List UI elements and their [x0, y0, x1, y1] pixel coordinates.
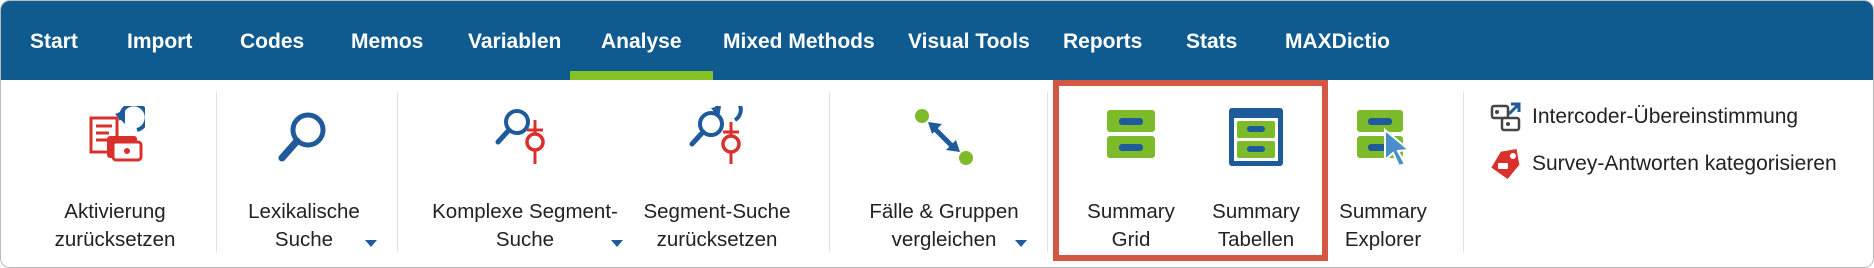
tab-variablen[interactable]: Variablen — [468, 1, 561, 80]
separator — [1463, 92, 1464, 252]
summary-explorer-button[interactable]: Summary Explorer — [1321, 80, 1445, 267]
segment-search-reset-label: Segment-Suche zurücksetzen — [631, 198, 803, 254]
chevron-down-icon[interactable] — [365, 240, 377, 247]
compare-arrows-icon — [915, 109, 973, 165]
label-line-2: Suche — [495, 228, 555, 251]
label-line-1: Komplexe Segment- — [432, 200, 618, 223]
separator — [397, 92, 398, 252]
label-line-1: Lexikalische — [248, 200, 360, 223]
label-line-2: Suche — [274, 228, 334, 251]
tab-import[interactable]: Import — [127, 1, 192, 80]
label-line-1: Summary — [1339, 200, 1427, 223]
intercoder-button[interactable]: Intercoder-Übereinstimmung — [1489, 99, 1798, 135]
label-line-2: zurücksetzen — [54, 228, 176, 251]
tab-maxdictio[interactable]: MAXDictio — [1285, 1, 1390, 80]
reset-activation-icon — [89, 106, 145, 162]
complex-segment-search-icon — [495, 109, 545, 164]
summary-explorer-label: Summary Explorer — [1321, 198, 1445, 254]
tab-memos[interactable]: Memos — [351, 1, 423, 80]
analyse-ribbon: Aktivierung zurücksetzen Lexikalische Su… — [1, 80, 1873, 267]
label-line-2: Explorer — [1344, 228, 1422, 251]
survey-categorize-button[interactable]: Survey-Antworten kategorisieren — [1489, 146, 1837, 182]
menu-bar: Start Import Codes Memos Variablen Analy… — [1, 1, 1873, 80]
label-line-1: Fälle & Gruppen — [869, 200, 1019, 223]
intercoder-label: Intercoder-Übereinstimmung — [1532, 105, 1799, 128]
segment-search-reset-button[interactable]: Segment-Suche zurücksetzen — [631, 80, 803, 267]
summary-explorer-icon — [1357, 110, 1412, 168]
tab-stats[interactable]: Stats — [1186, 1, 1237, 80]
highlight-box — [1053, 80, 1328, 261]
tab-start[interactable]: Start — [30, 1, 78, 80]
reset-activation-button[interactable]: Aktivierung zurücksetzen — [29, 80, 201, 267]
label-line-1: Segment-Suche — [643, 200, 791, 223]
tab-analyse[interactable]: Analyse — [570, 1, 712, 80]
tab-codes[interactable]: Codes — [240, 1, 304, 80]
segment-search-reset-icon — [689, 106, 743, 164]
complex-segment-search-button[interactable]: Komplexe Segment- Suche — [419, 80, 631, 267]
intercoder-icon — [1490, 102, 1521, 132]
reset-activation-label: Aktivierung zurücksetzen — [29, 198, 201, 254]
lexical-search-button[interactable]: Lexikalische Suche — [229, 80, 379, 267]
separator — [216, 92, 217, 252]
separator — [1047, 92, 1048, 252]
label-line-1: Aktivierung — [64, 200, 166, 223]
magnifier-icon — [278, 112, 326, 162]
chevron-down-icon[interactable] — [611, 240, 623, 247]
tab-visual-tools[interactable]: Visual Tools — [908, 1, 1030, 80]
analyse-window: Start Import Codes Memos Variablen Analy… — [0, 0, 1874, 268]
compare-cases-groups-label: Fälle & Gruppen vergleichen — [851, 198, 1037, 254]
survey-label: Survey-Antworten kategorisieren — [1532, 152, 1837, 175]
tab-reports[interactable]: Reports — [1063, 1, 1142, 80]
complex-segment-search-label: Komplexe Segment- Suche — [419, 198, 631, 254]
survey-tag-icon — [1491, 148, 1520, 179]
separator — [829, 92, 830, 252]
label-line-2: vergleichen — [891, 228, 997, 251]
compare-cases-groups-button[interactable]: Fälle & Gruppen vergleichen — [851, 80, 1037, 267]
lexical-search-label: Lexikalische Suche — [229, 198, 379, 254]
chevron-down-icon[interactable] — [1015, 240, 1027, 247]
label-line-2: zurücksetzen — [656, 228, 778, 251]
tab-mixed-methods[interactable]: Mixed Methods — [723, 1, 875, 80]
